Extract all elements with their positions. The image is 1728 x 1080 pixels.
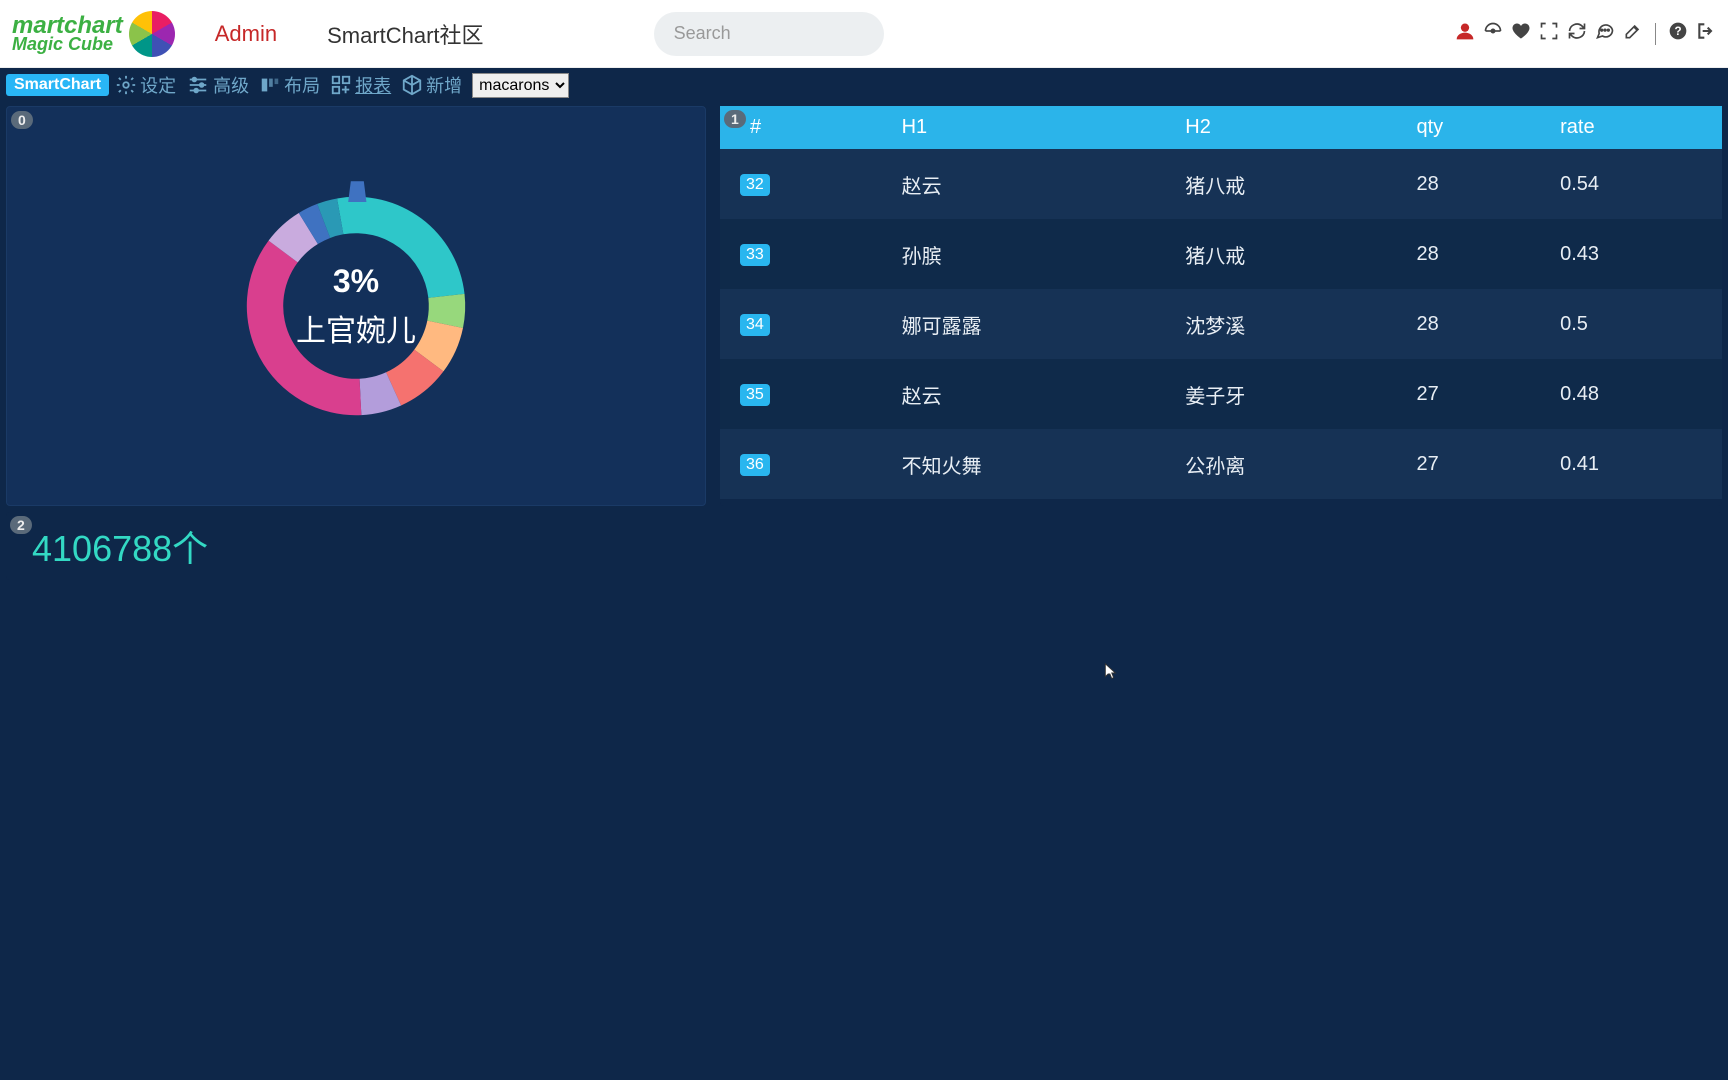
row-index-badge: 33	[740, 244, 770, 266]
donut-chart[interactable]: 3% 上官婉儿	[7, 107, 705, 505]
table-cell: 28	[1402, 149, 1546, 219]
grid-icon	[330, 74, 352, 96]
row-index-badge: 36	[740, 454, 770, 476]
table-cell: 36	[720, 429, 888, 499]
panel-index-1: 1	[724, 110, 746, 128]
toolbar-add-label: 新增	[426, 72, 462, 98]
table-cell: 33	[720, 219, 888, 289]
dashboard-area: 0 3% 上官婉儿 1 #H1H2qtyrate 32赵云猪八戒280.5433…	[0, 102, 1728, 1080]
table-cell: 猪八戒	[1171, 149, 1402, 219]
row-index-badge: 34	[740, 314, 770, 336]
logout-icon[interactable]	[1696, 21, 1716, 47]
table-cell: 35	[720, 359, 888, 429]
toolbar-layout-label: 布局	[284, 72, 320, 98]
table-row[interactable]: 34 娜可露露沈梦溪280.5	[720, 289, 1722, 359]
table-row[interactable]: 35 赵云姜子牙270.48	[720, 359, 1722, 429]
donut-label: 上官婉儿	[296, 306, 416, 350]
panel-index-0: 0	[11, 111, 33, 129]
dashboard-icon[interactable]	[1483, 21, 1503, 47]
separator	[1655, 23, 1656, 45]
table-body: 32赵云猪八戒280.5433孙膑猪八戒280.4334娜可露露沈梦溪280.5…	[720, 149, 1722, 499]
counter-value: 4106788个	[6, 512, 1722, 580]
table-row[interactable]: 36 不知火舞公孙离270.41	[720, 429, 1722, 499]
table-header-cell[interactable]: #	[720, 106, 888, 149]
layout-icon	[259, 74, 281, 96]
table-cell: 赵云	[888, 359, 1172, 429]
table-cell: 28	[1402, 219, 1546, 289]
edit-icon[interactable]	[1623, 21, 1643, 47]
toolbar-report-label: 报表	[355, 72, 391, 98]
table-cell: 姜子牙	[1171, 359, 1402, 429]
refresh-icon[interactable]	[1567, 21, 1587, 47]
logo-text: martchart Magic Cube	[12, 15, 123, 53]
table-cell: 0.48	[1546, 359, 1722, 429]
counter-unit: 个	[172, 528, 208, 569]
table-cell: 32	[720, 149, 888, 219]
nav-admin[interactable]: Admin	[215, 21, 277, 47]
toolbar-advanced-label: 高级	[213, 72, 249, 98]
table-cell: 0.54	[1546, 149, 1722, 219]
user-icon[interactable]	[1455, 21, 1475, 47]
table-cell: 猪八戒	[1171, 219, 1402, 289]
logo[interactable]: martchart Magic Cube	[12, 11, 175, 57]
table-header-cell[interactable]: qty	[1402, 106, 1546, 149]
donut-center: 3% 上官婉儿	[296, 263, 416, 350]
toolbar-brand-badge[interactable]: SmartChart	[6, 74, 109, 96]
table-cell: 27	[1402, 359, 1546, 429]
table-cell: 27	[1402, 429, 1546, 499]
table-cell: 28	[1402, 289, 1546, 359]
table-header-row: #H1H2qtyrate	[720, 106, 1722, 149]
panel-donut[interactable]: 0 3% 上官婉儿	[6, 106, 706, 506]
table-cell: 赵云	[888, 149, 1172, 219]
search-box[interactable]	[654, 12, 884, 56]
panel-table[interactable]: 1 #H1H2qtyrate 32赵云猪八戒280.5433孙膑猪八戒280.4…	[720, 106, 1722, 506]
table-row[interactable]: 33 孙膑猪八戒280.43	[720, 219, 1722, 289]
toolbar-advanced[interactable]: 高级	[182, 72, 253, 98]
svg-text:?: ?	[1674, 25, 1681, 38]
gear-icon	[115, 74, 137, 96]
toolbar-add[interactable]: 新增	[397, 72, 466, 98]
sliders-icon	[186, 74, 210, 96]
header-icons: ?	[1455, 21, 1716, 47]
table-cell: 0.43	[1546, 219, 1722, 289]
top-header: martchart Magic Cube Admin SmartChart社区	[0, 0, 1728, 68]
row-2: 2 4106788个	[6, 512, 1722, 580]
toolbar-settings-label: 设定	[140, 72, 176, 98]
table-header-cell[interactable]: H2	[1171, 106, 1402, 149]
panel-counter[interactable]: 2 4106788个	[6, 512, 1722, 580]
theme-select[interactable]: macarons	[472, 73, 569, 98]
row-index-badge: 32	[740, 174, 770, 196]
table-cell: 0.5	[1546, 289, 1722, 359]
counter-number: 4106788	[32, 528, 172, 569]
toolbar-settings[interactable]: 设定	[111, 72, 180, 98]
table-header-cell[interactable]: H1	[888, 106, 1172, 149]
heart-icon[interactable]	[1511, 21, 1531, 47]
row-1: 0 3% 上官婉儿 1 #H1H2qtyrate 32赵云猪八戒280.5433…	[6, 106, 1722, 506]
table-cell: 0.41	[1546, 429, 1722, 499]
toolbar-report[interactable]: 报表	[326, 72, 395, 98]
toolbar-layout[interactable]: 布局	[255, 72, 324, 98]
table-header-cell[interactable]: rate	[1546, 106, 1722, 149]
toolbar: SmartChart 设定 高级 布局 报表 新增 macarons	[0, 68, 1728, 102]
table-cell: 孙膑	[888, 219, 1172, 289]
row-index-badge: 35	[740, 384, 770, 406]
cube-icon	[401, 74, 423, 96]
table-cell: 不知火舞	[888, 429, 1172, 499]
donut-slice-exploded[interactable]	[348, 181, 366, 202]
table-cell: 公孙离	[1171, 429, 1402, 499]
nav-community[interactable]: SmartChart社区	[327, 18, 483, 50]
fullscreen-icon[interactable]	[1539, 21, 1559, 47]
table-cell: 沈梦溪	[1171, 289, 1402, 359]
donut-percent: 3%	[296, 263, 416, 300]
chat-icon[interactable]	[1595, 21, 1615, 47]
table-row[interactable]: 32 赵云猪八戒280.54	[720, 149, 1722, 219]
table-cell: 娜可露露	[888, 289, 1172, 359]
table-cell: 34	[720, 289, 888, 359]
search-input[interactable]	[674, 23, 906, 44]
help-icon[interactable]: ?	[1668, 21, 1688, 47]
panel-index-2: 2	[10, 516, 32, 534]
logo-ball-icon	[129, 11, 175, 57]
data-table: #H1H2qtyrate 32赵云猪八戒280.5433孙膑猪八戒280.433…	[720, 106, 1722, 499]
